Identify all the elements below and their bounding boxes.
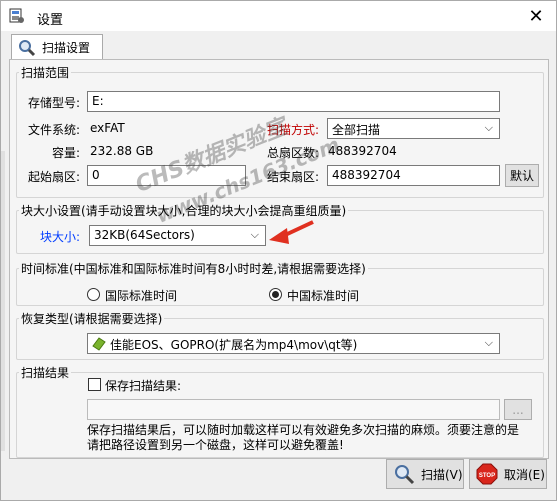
chevron-down-icon: ⌵ xyxy=(484,336,493,349)
scan-button-label: 扫描(V) xyxy=(421,467,463,482)
default-button[interactable]: 默认 xyxy=(505,164,539,187)
title-bar: 设置 ✕ xyxy=(1,1,556,31)
block-size-label: 块大小: xyxy=(40,230,81,244)
chevron-down-icon: ⌵ xyxy=(484,121,493,134)
magnifier-icon xyxy=(395,465,415,485)
cancel-button-label: 取消(E) xyxy=(504,467,545,482)
window-title: 设置 xyxy=(37,13,64,28)
scan-result-legend: 扫描结果 xyxy=(21,366,70,380)
scan-button[interactable]: 扫描(V) xyxy=(386,459,464,489)
settings-app-icon xyxy=(9,8,24,23)
block-size-value: 32KB(64Sectors) xyxy=(94,228,195,242)
radio-china-time[interactable] xyxy=(269,288,282,301)
chevron-down-icon: ⌵ xyxy=(250,228,259,241)
storage-model-label: 存储型号: xyxy=(28,96,81,110)
international-time-label[interactable]: 国际标准时间 xyxy=(105,287,177,304)
storage-model-field[interactable]: E: xyxy=(87,91,500,112)
scan-mode-value: 全部扫描 xyxy=(332,123,381,137)
close-button[interactable]: ✕ xyxy=(516,1,556,31)
cancel-button[interactable]: STOP 取消(E) xyxy=(469,459,547,489)
capacity-label: 容量: xyxy=(52,146,81,160)
save-path-field[interactable] xyxy=(87,399,500,420)
close-icon: ✕ xyxy=(528,5,544,27)
capacity-value: 232.88 GB xyxy=(90,144,154,158)
block-size-legend: 块大小设置(请手动设置块大小,合理的块大小会提高重组质量) xyxy=(21,204,347,218)
block-size-select[interactable]: 32KB(64Sectors) ⌵ xyxy=(89,225,266,246)
save-result-checkbox[interactable] xyxy=(88,378,101,391)
tab-label: 扫描设置 xyxy=(42,41,91,55)
recovery-type-legend: 恢复类型(请根据需要选择) xyxy=(21,312,163,326)
radio-international-time[interactable] xyxy=(87,288,100,301)
scan-mode-select[interactable]: 全部扫描 ⌵ xyxy=(327,118,500,139)
filesystem-value: exFAT xyxy=(90,121,125,135)
bottom-bar: 扫描(V) STOP 取消(E) xyxy=(1,459,556,500)
tab-scan-settings[interactable]: 扫描设置 xyxy=(11,34,103,60)
stop-icon: STOP xyxy=(476,463,498,485)
magnifier-icon xyxy=(19,39,36,56)
recovery-type-select[interactable]: 佳能EOS、GOPRO(扩展名为mp4\mov\qt等) ⌵ xyxy=(87,333,500,354)
scan-range-legend: 扫描范围 xyxy=(21,66,70,80)
file-type-icon xyxy=(92,337,106,351)
settings-dialog: 设置 ✕ 扫描设置 扫描范围 存储型号: E: 文件系统: exFAT 扫描方式… xyxy=(0,0,557,501)
china-time-label[interactable]: 中国标准时间 xyxy=(287,287,359,304)
svg-text:STOP: STOP xyxy=(479,473,495,479)
recovery-type-value: 佳能EOS、GOPRO(扩展名为mp4\mov\qt等) xyxy=(110,338,358,352)
settings-panel: 扫描范围 存储型号: E: 文件系统: exFAT 扫描方式: 全部扫描 ⌵ 容… xyxy=(9,59,549,459)
end-sector-field[interactable]: 488392704 xyxy=(327,165,500,186)
filesystem-label: 文件系统: xyxy=(28,123,81,137)
scan-result-note: 保存扫描结果后，可以随时加载这样可以有效避免多次扫描的麻烦。须要注意的是请把路径… xyxy=(87,423,520,452)
browse-button[interactable]: ... xyxy=(504,399,532,420)
start-sector-label: 起始扇区: xyxy=(28,170,81,184)
time-standard-legend: 时间标准(中国标准和国际标准时间有8小时时差,请根据需要选择) xyxy=(21,262,366,276)
save-result-label[interactable]: 保存扫描结果: xyxy=(105,377,181,394)
left-edge xyxy=(1,151,5,451)
pointer-arrow-icon xyxy=(269,220,314,244)
